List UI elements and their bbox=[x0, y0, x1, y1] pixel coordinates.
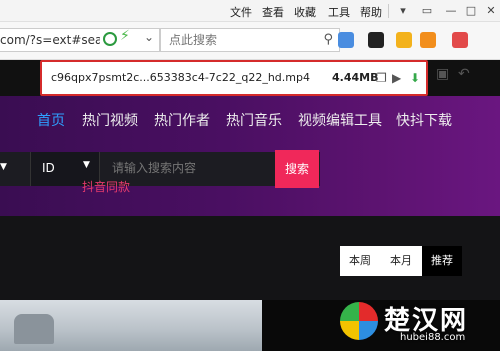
nav-download[interactable]: 快抖下载 bbox=[396, 110, 452, 130]
extension-icon[interactable] bbox=[396, 32, 412, 48]
adblock-icon[interactable] bbox=[452, 32, 468, 48]
thumbnail-object bbox=[14, 314, 54, 344]
search-type-value: ID bbox=[42, 161, 55, 175]
keyword-input[interactable] bbox=[112, 161, 272, 175]
copy-icon[interactable]: ❐ bbox=[376, 71, 387, 85]
menu-favorites[interactable]: 收藏 bbox=[294, 4, 316, 20]
download-popup[interactable]: c96qpx7psmt2c...653383c4-7c22_q22_hd.mp4… bbox=[40, 60, 428, 96]
sidebar-toggle-icon[interactable]: ▣ bbox=[436, 66, 449, 82]
download-size: 4.44MB bbox=[332, 71, 379, 84]
watermark-logo-icon bbox=[340, 302, 378, 340]
search-row: ▼ ID ▼ bbox=[0, 152, 320, 186]
close-icon[interactable]: ✕ bbox=[482, 3, 500, 19]
download-filename: c96qpx7psmt2c...653383c4-7c22_q22_hd.mp4 bbox=[51, 71, 310, 84]
menu-separator bbox=[388, 4, 389, 18]
skin-icon[interactable]: ▾ bbox=[394, 3, 412, 19]
nav-hot-videos[interactable]: 热门视频 bbox=[82, 110, 138, 130]
video-thumbnail[interactable] bbox=[0, 300, 262, 351]
tab-this-week[interactable]: 本周 bbox=[340, 246, 380, 276]
search-input[interactable] bbox=[169, 32, 319, 48]
menu-view[interactable]: 查看 bbox=[262, 4, 284, 20]
tab-recommended[interactable]: 推荐 bbox=[422, 246, 462, 276]
grid-apps-icon[interactable] bbox=[338, 32, 354, 48]
caret-down-icon[interactable]: ▼ bbox=[0, 162, 7, 172]
hero-banner: 首页 热门视频 热门作者 热门音乐 视频编辑工具 快抖下载 ▼ ID ▼ 搜索 … bbox=[0, 96, 500, 216]
browser-menubar: 文件 查看 收藏 工具 帮助 ▾ ▭ — □ ✕ bbox=[0, 0, 500, 22]
chevron-down-icon[interactable]: ⌄ bbox=[144, 30, 154, 44]
nav-hot-authors[interactable]: 热门作者 bbox=[154, 110, 210, 130]
menu-tools[interactable]: 工具 bbox=[328, 4, 350, 20]
caret-down-icon: ▼ bbox=[83, 160, 90, 170]
search-icon[interactable]: ⚲ bbox=[323, 32, 333, 47]
url-text[interactable]: com/?s=ext#sea bbox=[0, 33, 100, 47]
tagline[interactable]: 抖音同款 bbox=[82, 178, 130, 195]
undo-icon[interactable]: ↶ bbox=[458, 66, 470, 82]
watermark: 楚汉网 hubei88.com bbox=[336, 300, 500, 351]
speed-mode-icon[interactable]: ⚡ bbox=[120, 28, 130, 44]
gift-icon[interactable] bbox=[420, 32, 436, 48]
watermark-domain: hubei88.com bbox=[400, 332, 466, 343]
pin-icon[interactable]: ▭ bbox=[418, 3, 436, 19]
refresh-icon[interactable] bbox=[103, 32, 117, 46]
play-icon[interactable]: ▶ bbox=[392, 71, 401, 85]
maximize-icon[interactable]: □ bbox=[462, 3, 480, 19]
nav-home[interactable]: 首页 bbox=[37, 110, 65, 130]
nav-hot-music[interactable]: 热门音乐 bbox=[226, 110, 282, 130]
menu-help[interactable]: 帮助 bbox=[360, 4, 382, 20]
tab-this-month[interactable]: 本月 bbox=[380, 246, 422, 276]
menu-file[interactable]: 文件 bbox=[230, 4, 252, 20]
search-button[interactable]: 搜索 bbox=[275, 150, 319, 188]
search-box[interactable]: ⚲ bbox=[160, 28, 340, 52]
download-arrow-icon[interactable]: ⬇ bbox=[410, 71, 420, 85]
minimize-icon[interactable]: — bbox=[442, 3, 460, 19]
nav-video-editor[interactable]: 视频编辑工具 bbox=[298, 110, 382, 130]
music-icon[interactable] bbox=[368, 32, 384, 48]
